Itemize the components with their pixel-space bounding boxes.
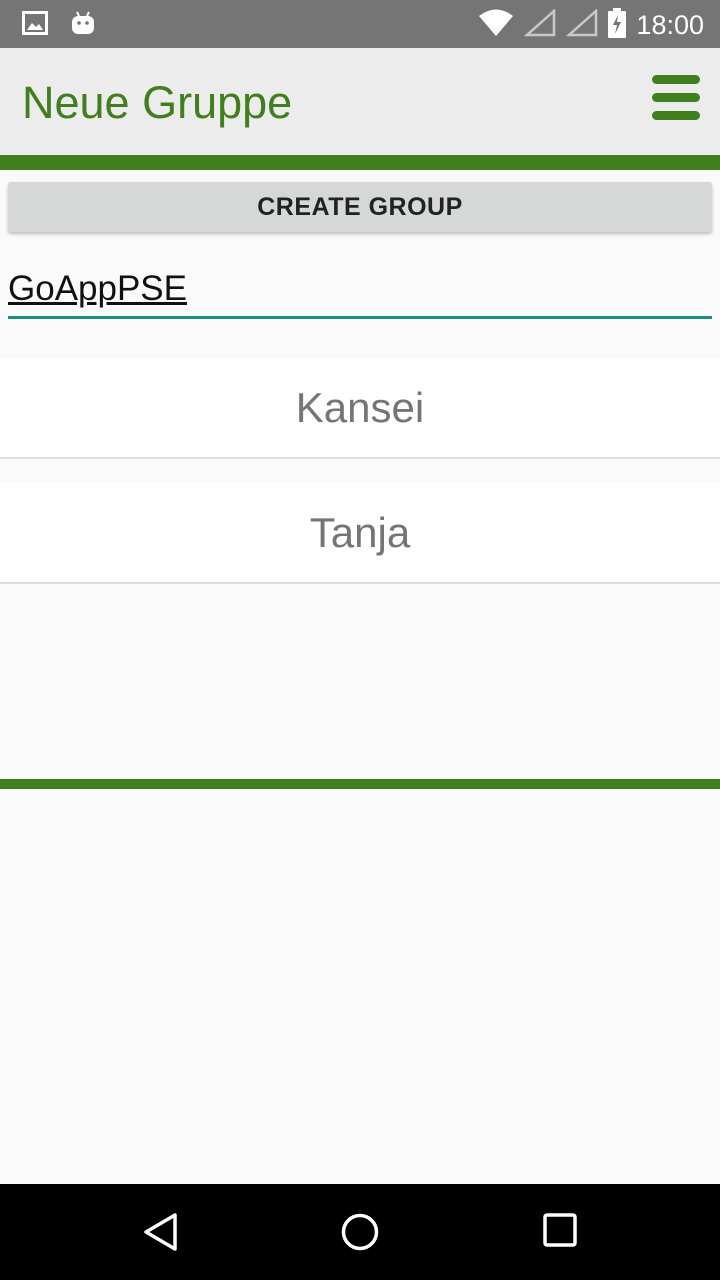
wifi-icon bbox=[478, 9, 514, 42]
image-icon bbox=[22, 11, 48, 40]
header-divider bbox=[0, 155, 720, 170]
status-bar: 18:00 bbox=[0, 0, 720, 48]
group-name-field[interactable]: GoAppPSE bbox=[8, 262, 712, 319]
battery-charging-icon bbox=[608, 8, 627, 43]
list-item[interactable]: Tanja bbox=[0, 483, 720, 584]
clock: 18:00 bbox=[636, 10, 704, 40]
back-icon[interactable] bbox=[141, 1212, 181, 1257]
navigation-bar bbox=[0, 1184, 720, 1280]
signal-icon bbox=[566, 8, 598, 42]
group-name-value: GoAppPSE bbox=[8, 269, 187, 308]
page-title: Neue Gruppe bbox=[22, 77, 293, 128]
app-bar: Neue Gruppe bbox=[0, 48, 720, 155]
hamburger-menu-icon[interactable] bbox=[652, 75, 700, 121]
android-icon bbox=[70, 10, 96, 41]
recents-icon[interactable] bbox=[542, 1212, 578, 1253]
home-icon[interactable] bbox=[340, 1212, 380, 1257]
signal-icon bbox=[524, 8, 556, 42]
create-group-button[interactable]: CREATE GROUP bbox=[8, 182, 712, 232]
footer-divider bbox=[0, 779, 720, 789]
list-item[interactable]: Kansei bbox=[0, 358, 720, 459]
